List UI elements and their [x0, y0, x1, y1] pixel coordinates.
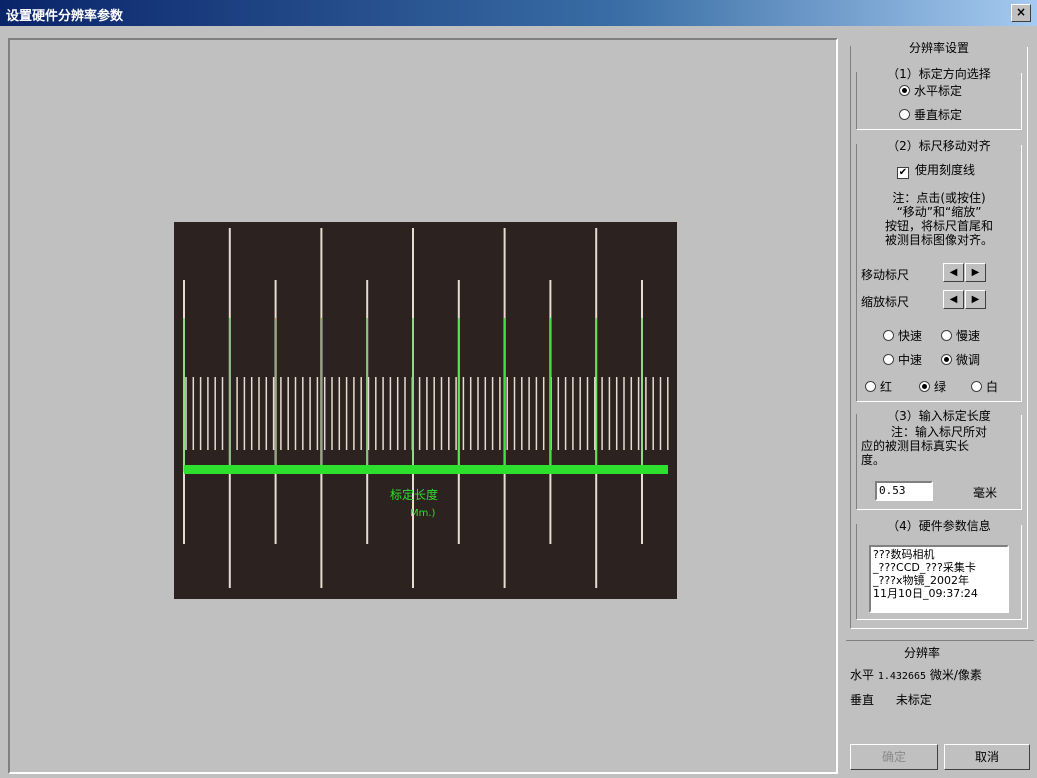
radio-medium[interactable]: 中速	[883, 351, 922, 368]
hardware-info-title: （4）硬件参数信息	[857, 517, 1021, 534]
radio-vertical[interactable]: 垂直标定	[899, 106, 962, 123]
resolution-horizontal-value: 1.432665	[877, 671, 927, 682]
radio-red-indicator[interactable]	[865, 381, 876, 392]
radio-white[interactable]: 白	[971, 378, 998, 395]
length-title: （3）输入标定长度	[857, 407, 1021, 424]
radio-medium-indicator[interactable]	[883, 354, 894, 365]
radio-slow[interactable]: 慢速	[941, 327, 980, 344]
window-title: 设置硬件分辨率参数	[6, 9, 124, 24]
resolution-divider	[846, 640, 1034, 641]
radio-fine-indicator[interactable]	[941, 354, 952, 365]
radio-fine[interactable]: 微调	[941, 351, 980, 368]
length-unit: 毫米	[973, 486, 998, 500]
length-note-line: 度。	[861, 453, 886, 467]
radio-white-label: 白	[986, 380, 999, 394]
resolution-vertical-label: 垂直	[850, 693, 875, 707]
close-button[interactable]: ×	[1011, 4, 1031, 22]
length-input[interactable]: 0.53	[875, 481, 933, 501]
title-bar: 设置硬件分辨率参数 ×	[0, 0, 1037, 26]
length-group: （3）输入标定长度 注：输入标尺所对 应的被测目标真实长 度。 0.53 毫米	[856, 407, 1022, 510]
radio-slow-label: 慢速	[956, 329, 981, 343]
resolution-horizontal-label: 水平	[850, 668, 875, 682]
cancel-button[interactable]: 取消	[944, 744, 1030, 770]
ruler-overlay	[183, 228, 669, 588]
radio-green-indicator[interactable]	[919, 381, 930, 392]
align-note: 注：点击(或按住) “移动”和“缩放” 按钮，将标尺首尾和 被测目标图像对齐。	[857, 191, 1021, 247]
resolution-vertical-value: 未标定	[895, 693, 932, 707]
zoom-right-button[interactable]: ▶	[965, 290, 986, 309]
radio-white-indicator[interactable]	[971, 381, 982, 392]
ruler-unit-label: Mm.)	[410, 508, 436, 519]
align-note-line: 被测目标图像对齐。	[884, 233, 993, 247]
captured-image[interactable]: 标定长度 Mm.)	[174, 222, 677, 599]
resolution-horizontal-row: 水平 1.432665 微米/像素	[850, 666, 982, 683]
radio-fast-indicator[interactable]	[883, 330, 894, 341]
hardware-info-line: _???CCD_???采集卡	[873, 561, 976, 574]
ruler-align-title: （2）标尺移动对齐	[857, 137, 1021, 154]
length-note-line: 应的被测目标真实长	[861, 439, 970, 453]
close-icon: ×	[1015, 5, 1027, 19]
ruler-align-group: （2）标尺移动对齐 ✔ 使用刻度线 注：点击(或按住) “移动”和“缩放” 按钮，…	[856, 137, 1022, 402]
radio-green[interactable]: 绿	[919, 378, 946, 395]
radio-fast[interactable]: 快速	[883, 327, 922, 344]
arrow-left-icon: ◀	[949, 294, 958, 305]
radio-horizontal[interactable]: 水平标定	[899, 82, 962, 99]
length-note-line: 注：输入标尺所对	[890, 425, 987, 439]
ok-button[interactable]: 确定	[850, 744, 938, 770]
arrow-right-icon: ▶	[971, 267, 980, 278]
align-note-line: “移动”和“缩放”	[896, 205, 982, 219]
ruler-length-label: 标定长度	[390, 488, 439, 502]
use-scale-label: 使用刻度线	[915, 163, 976, 177]
radio-fast-label: 快速	[898, 329, 923, 343]
radio-medium-label: 中速	[898, 353, 923, 367]
use-scale-checkbox[interactable]: ✔ 使用刻度线	[897, 161, 975, 179]
settings-panel: 分辨率设置 （1）标定方向选择 水平标定 垂直标定 （2）标尺移动对齐 ✔ 使用刻…	[846, 38, 1034, 774]
radio-red[interactable]: 红	[865, 378, 892, 395]
radio-slow-indicator[interactable]	[941, 330, 952, 341]
hardware-info-line: 11月10日_09:37:24	[873, 587, 978, 600]
direction-group: （1）标定方向选择 水平标定 垂直标定	[856, 65, 1022, 130]
hardware-info-box[interactable]: ???数码相机 _???CCD_???采集卡 _???x物镜_2002年 11月…	[869, 545, 1009, 613]
radio-fine-label: 微调	[956, 353, 981, 367]
move-right-button[interactable]: ▶	[965, 263, 986, 282]
move-ruler-label: 移动标尺	[861, 268, 910, 282]
zoom-left-button[interactable]: ◀	[943, 290, 964, 309]
arrow-left-icon: ◀	[949, 267, 958, 278]
radio-horizontal-indicator[interactable]	[899, 85, 910, 96]
align-note-line: 按钮，将标尺首尾和	[884, 219, 993, 233]
radio-horizontal-label: 水平标定	[914, 84, 963, 98]
radio-vertical-label: 垂直标定	[914, 108, 963, 122]
resolution-title: 分辨率	[904, 646, 941, 660]
resolution-vertical-row: 垂直 未标定	[850, 691, 932, 708]
align-note-line: 注：点击(或按住)	[892, 191, 986, 205]
move-left-button[interactable]: ◀	[943, 263, 964, 282]
ruler-bar[interactable]	[184, 465, 668, 474]
hardware-info-line: ???数码相机	[873, 548, 935, 561]
hardware-info-line: _???x物镜_2002年	[873, 574, 970, 587]
radio-vertical-indicator[interactable]	[899, 109, 910, 120]
resolution-horizontal-unit: 微米/像素	[929, 668, 982, 682]
length-note: 注：输入标尺所对 应的被测目标真实长 度。	[857, 425, 1021, 467]
use-scale-check-icon[interactable]: ✔	[897, 167, 909, 179]
radio-red-label: 红	[880, 380, 893, 394]
direction-title: （1）标定方向选择	[857, 65, 1021, 82]
resolution-settings-title: 分辨率设置	[851, 39, 1027, 56]
zoom-ruler-label: 缩放标尺	[861, 295, 910, 309]
arrow-right-icon: ▶	[971, 294, 980, 305]
radio-green-label: 绿	[934, 380, 947, 394]
hardware-info-group: （4）硬件参数信息 ???数码相机 _???CCD_???采集卡 _???x物镜…	[856, 517, 1022, 620]
